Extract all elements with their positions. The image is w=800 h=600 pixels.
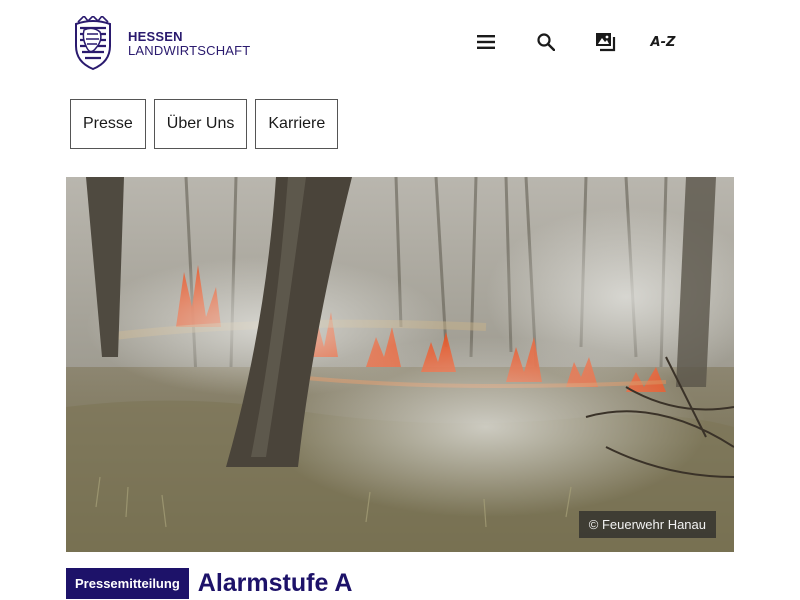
nav-item-karriere[interactable]: Karriere (255, 99, 339, 149)
forest-fire-photo (66, 177, 734, 552)
logo-text: HESSEN LANDWIRTSCHAFT (128, 30, 250, 58)
site-header: HESSEN LANDWIRTSCHAFT A-Z (0, 0, 800, 90)
menu-button[interactable] (470, 26, 502, 58)
site-logo[interactable]: HESSEN LANDWIRTSCHAFT (70, 16, 250, 72)
header-tools: A-Z (470, 26, 690, 58)
category-badge: Pressemitteilung (66, 568, 189, 599)
article-title: Alarmstufe A (197, 569, 353, 597)
az-index-button[interactable]: A-Z (646, 26, 680, 58)
nav-item-ueber-uns[interactable]: Über Uns (153, 99, 248, 149)
logo-line-2: LANDWIRTSCHAFT (128, 43, 251, 58)
hero-image: © Feuerwehr Hanau (66, 177, 734, 552)
search-button[interactable] (530, 26, 562, 58)
hessen-crest-icon (75, 16, 111, 71)
easy-language-icon (596, 33, 616, 52)
image-credit: © Feuerwehr Hanau (578, 511, 716, 538)
search-icon (537, 33, 555, 51)
menu-icon (477, 35, 495, 49)
easy-language-button[interactable] (590, 26, 622, 58)
nav-item-presse[interactable]: Presse (70, 99, 146, 149)
logo-line-1: HESSEN (128, 29, 183, 44)
top-nav: Presse Über Uns Karriere (70, 99, 346, 149)
article-header: Pressemitteilung Alarmstufe A (66, 568, 352, 599)
